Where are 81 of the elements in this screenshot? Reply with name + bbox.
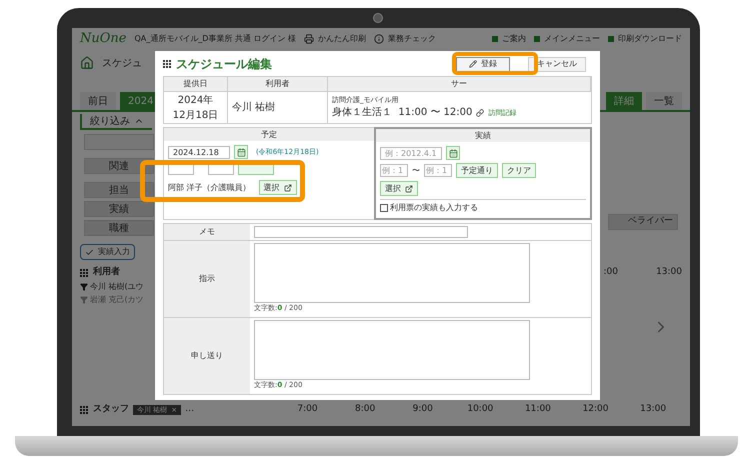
dialog-title: スケジュール編集 (176, 56, 272, 73)
select-button[interactable]: 選択 (380, 181, 418, 196)
grid-icon (163, 60, 172, 68)
filter-field: ベライバー (608, 214, 678, 230)
account-name: QA_通所モバイル_D事業所 共通 ログイン 様 (134, 33, 296, 45)
header-menu[interactable]: メインメニュー (544, 33, 600, 45)
user-name[interactable]: 岩瀬 克己(カツ (90, 294, 144, 306)
date-day: 12月18日 (172, 108, 218, 122)
date-field[interactable]: 2024.12.18 (168, 146, 230, 158)
filter-label: 職種 (84, 220, 154, 236)
header-menu[interactable]: ご案内 (502, 33, 526, 45)
section-header: 実績 (376, 129, 590, 142)
time-label: 13:00 (639, 403, 668, 416)
time-label: 9:00 (412, 403, 434, 416)
view-tab[interactable]: 詳細 (606, 92, 642, 110)
range-separator: 〜 (412, 164, 420, 176)
external-link-icon (405, 184, 413, 192)
date-year: 2024年 (178, 94, 214, 108)
column-header: サー (451, 78, 467, 90)
row-label: 申し送り (191, 350, 223, 362)
filter-label: 担当 (84, 182, 154, 198)
action-button[interactable]: 実績入力 (80, 244, 135, 260)
more-icon[interactable]: … (185, 403, 194, 417)
header-link[interactable]: 業務チェック (388, 33, 436, 45)
time-label: 10:00 (466, 403, 494, 416)
time-label: 8:00 (354, 403, 376, 416)
time-label: 12:00 (582, 403, 610, 416)
calendar-icon (448, 148, 458, 158)
time-label: 11:00 (524, 403, 552, 416)
user-cell-text: 今川 祐樹 (232, 100, 276, 115)
header-menu[interactable]: 印刷ダウンロード (618, 33, 682, 45)
select-button[interactable]: 選択 (258, 180, 297, 195)
filter-field[interactable] (84, 134, 154, 150)
service-detail: 身体１生活１ 11:00 〜 12:00 (332, 106, 472, 120)
section-header: 予定 (164, 128, 374, 141)
filter-label: 実績 (84, 201, 154, 217)
view-tab[interactable]: 一覧 (646, 92, 682, 110)
menu-icon (492, 36, 498, 42)
pencil-icon (469, 60, 477, 68)
users-heading: 利用者 (93, 266, 120, 280)
time-label: 13:00 (655, 266, 682, 280)
check-icon (85, 248, 94, 256)
filter-toggle[interactable]: 絞り込み (80, 114, 152, 130)
checkbox[interactable] (380, 204, 388, 212)
memo-field[interactable] (254, 226, 468, 238)
register-button[interactable]: 登録 (456, 56, 510, 72)
calendar-button[interactable] (234, 145, 248, 159)
link-icon (476, 108, 484, 117)
external-link-icon (284, 184, 292, 192)
checkbox-label: 利用票の実績も入力する (390, 202, 478, 214)
date-field[interactable]: 例：2012.4.1 (380, 146, 442, 160)
cancel-button[interactable]: キャンセル (528, 56, 586, 72)
text-area[interactable] (254, 243, 530, 303)
info-icon (374, 34, 384, 44)
row-label: メモ (199, 226, 215, 238)
row-label: 指示 (199, 273, 215, 285)
logo: NuOne (80, 30, 126, 48)
column-header: 利用者 (266, 78, 290, 90)
calendar-icon (236, 148, 246, 156)
grid-icon (80, 268, 89, 278)
menu-icon (534, 36, 540, 42)
calendar-button[interactable] (446, 146, 460, 160)
user-name[interactable]: 今川 祐樹(ユウ (90, 280, 144, 292)
menu-icon (608, 36, 614, 42)
column-header: 提供日 (184, 78, 208, 90)
staff-heading: スタッフ (93, 403, 129, 416)
time-label: :00 (602, 266, 618, 280)
home-icon[interactable] (80, 56, 94, 70)
actual-button[interactable]: クリア (502, 163, 536, 178)
breadcrumb[interactable]: スケジュ (102, 56, 142, 70)
actual-button[interactable]: 予定通り (456, 163, 498, 178)
time-label: 7:00 (296, 403, 319, 416)
text-area[interactable] (254, 320, 530, 380)
time-field[interactable]: 例：1 (380, 164, 408, 177)
printer-icon (304, 34, 314, 44)
time-field[interactable]: 例：1 (424, 164, 452, 177)
header-link[interactable]: かんたん印刷 (318, 33, 366, 45)
filter-label: 関連 (84, 158, 154, 174)
date-tab[interactable]: 前日 (80, 92, 116, 110)
grid-icon (80, 406, 89, 414)
staff-name: 阿部 洋子（介護職員） (168, 182, 251, 194)
